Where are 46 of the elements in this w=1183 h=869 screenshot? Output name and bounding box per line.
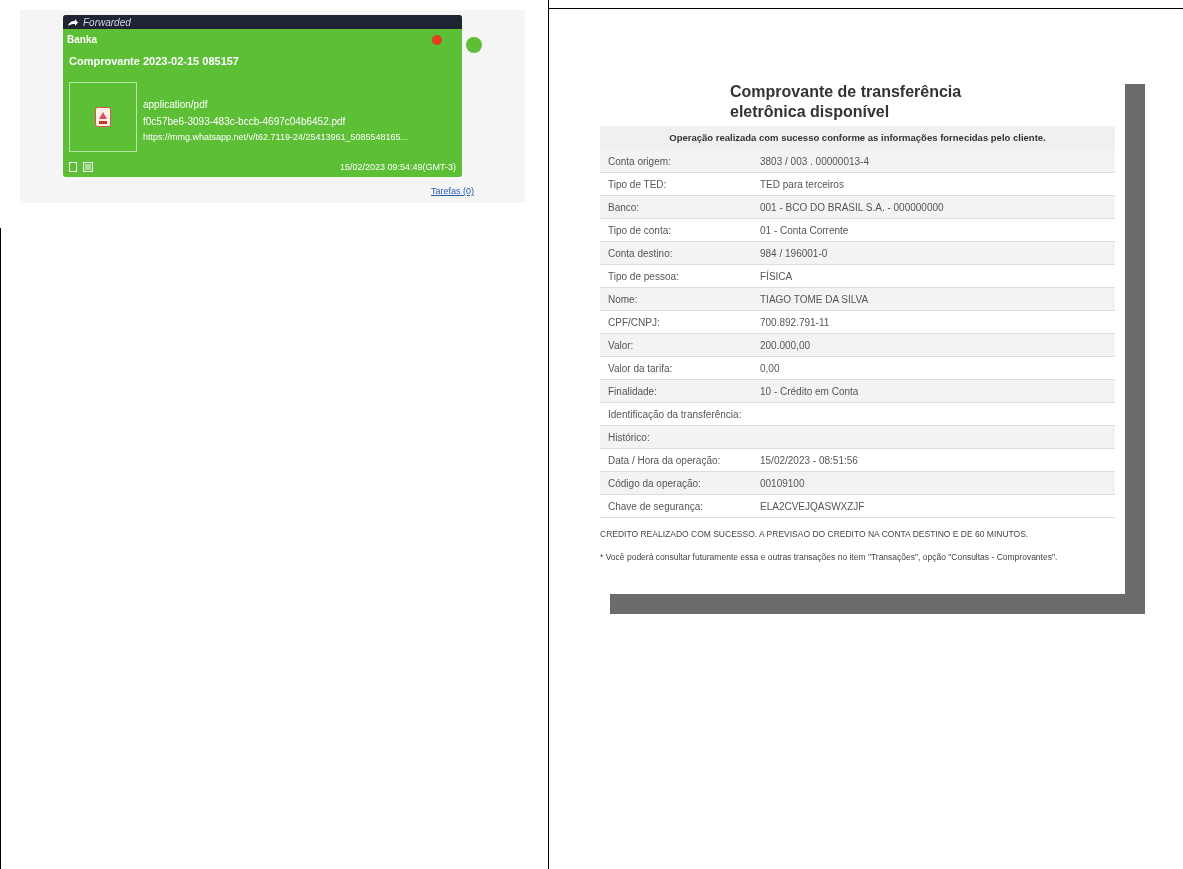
field-label: Data / Hora da operação: [607,453,722,468]
field-label: Identificação da transferência: [607,407,743,422]
field-value: 0,00 [760,361,780,376]
pdf-file-icon [95,106,111,127]
field-value: 200.000,00 [760,338,811,353]
field-value: 984 / 196001-0 [760,246,828,261]
field-label: Histórico: [607,430,651,445]
field-label: Conta origem: [607,154,672,169]
field-value: 700.892.791-11 [760,315,830,330]
field-value: 15/02/2023 - 08:51:56 [760,453,858,468]
field-value: TIAGO TOME DA SILVA [760,292,869,307]
field-value: 3803 / 003 . 00000013-4 [760,154,869,169]
footer-note: CREDITO REALIZADO COM SUCESSO. A PREVISAO DO CREDITO NA CONTA DESTINO E DE 60 MINUTOS. [600,528,1030,541]
field-value: TED para terceiros [760,177,844,192]
field-label: Tipo de conta: [607,223,672,238]
field-label: Tipo de TED: [607,177,668,192]
field-label: Finalidade: [607,384,658,399]
field-label: Banco: [607,200,641,215]
receipt-title: Comprovante de transferência eletrônica disponível [730,82,963,122]
field-label: CPF/CNPJ: [607,315,661,330]
field-label: Código da operação: [607,476,702,491]
document-icon[interactable] [83,162,93,173]
footer-note: * Você poderá consultar futuramente essa e outras transações no item "Transações", opção "Consultas - Comprovantes". [600,551,1059,564]
bookmark-icon[interactable] [69,162,77,173]
field-value: FÍSICA [760,269,793,284]
file-name-text: f0c57be6-3093-483c-bccb-4697c04b6452.pdf [143,114,347,129]
sender-name: Banka [67,33,97,47]
field-value: 01 - Conta Corrente [760,223,849,238]
field-value: 10 - Crédito em Conta [760,384,859,399]
message-timestamp: 15/02/2023 09:54:49(GMT-3) [339,160,456,174]
tasks-link[interactable]: Tarefas (0) [431,185,474,199]
forward-arrow-icon [67,17,79,27]
field-label: Conta destino: [607,246,674,261]
field-label: Valor: [607,338,635,353]
forwarded-label: Forwarded [83,15,131,30]
file-type-text: application/pdf [143,97,209,112]
success-notice: Operação realizada com sucesso conforme as informações fornecidas pelo cliente. [600,126,1115,151]
field-value: ELA2CVEJQASWXZJF [760,499,865,514]
field-label: Tipo de pessoa: [607,269,680,284]
field-value: 001 - BCO DO BRASIL S.A. - 000000000 [760,200,944,215]
field-label: Chave de segurança: [607,499,705,514]
field-label: Nome: [607,292,639,307]
avatar-icon [466,37,482,53]
field-value: 00109100 [760,476,805,491]
message-caption: Comprovante 2023-02-15 085157 [68,54,240,69]
field-label: Valor da tarifa: [607,361,674,376]
